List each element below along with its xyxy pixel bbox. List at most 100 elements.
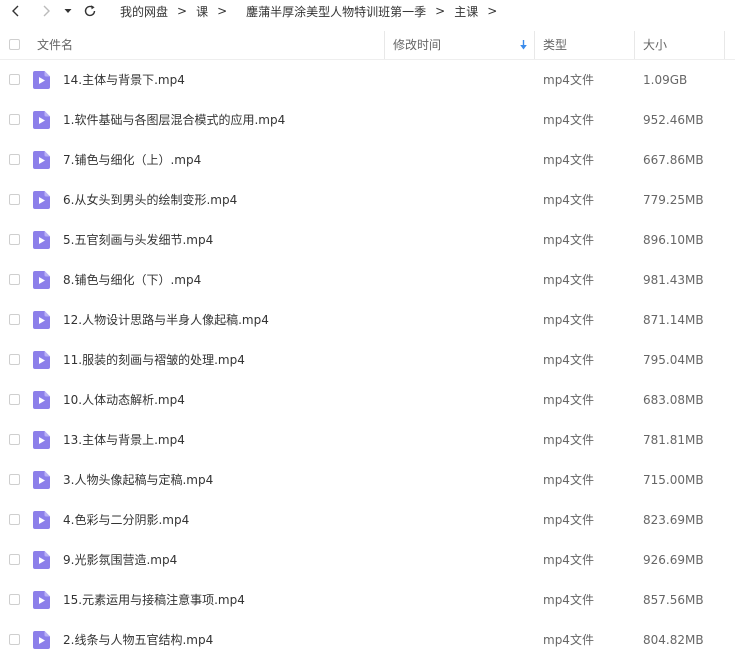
file-name[interactable]: 7.铺色与细化（上）.mp4 [63, 140, 201, 180]
video-file-icon [33, 311, 50, 329]
column-divider[interactable] [724, 31, 725, 59]
file-size: 926.69MB [643, 553, 704, 567]
row-checkbox[interactable] [9, 554, 20, 565]
file-name[interactable]: 5.五官刻画与头发细节.mp4 [63, 220, 213, 260]
file-name[interactable]: 10.人体动态解析.mp4 [63, 380, 185, 420]
table-row[interactable]: 3.人物头像起稿与定稿.mp4 mp4文件 715.00MB [0, 460, 735, 500]
file-type: mp4文件 [543, 633, 594, 647]
forward-button[interactable] [36, 0, 56, 22]
row-checkbox[interactable] [9, 74, 20, 85]
file-name[interactable]: 4.色彩与二分阴影.mp4 [63, 500, 189, 540]
file-size: 779.25MB [643, 193, 704, 207]
row-checkbox[interactable] [9, 354, 20, 365]
breadcrumb-separator: > [435, 4, 446, 18]
file-size: 823.69MB [643, 513, 704, 527]
table-row[interactable]: 7.铺色与细化（上）.mp4 mp4文件 667.86MB [0, 140, 735, 180]
breadcrumb-item[interactable]: 鏖蒲半厚涂美型人物特训班第一季 [246, 3, 426, 20]
file-size: 715.00MB [643, 473, 704, 487]
sort-down-arrow-icon[interactable] [519, 39, 528, 51]
row-checkbox[interactable] [9, 594, 20, 605]
file-size: 871.14MB [643, 313, 704, 327]
video-file-icon [33, 631, 50, 649]
refresh-button[interactable] [80, 0, 100, 22]
breadcrumb-separator: > [177, 4, 188, 18]
file-size: 667.86MB [643, 153, 704, 167]
row-checkbox[interactable] [9, 514, 20, 525]
file-type: mp4文件 [543, 233, 594, 247]
toolbar: 我的网盘 > 课 > 鏖蒲半厚涂美型人物特训班第一季 > 主课 > [0, 0, 735, 22]
header-name[interactable]: 文件名 [37, 31, 73, 59]
file-name[interactable]: 6.从女头到男头的绘制变形.mp4 [63, 180, 237, 220]
caret-down-icon [64, 9, 72, 13]
file-name[interactable]: 13.主体与背景上.mp4 [63, 420, 185, 460]
table-row[interactable]: 5.五官刻画与头发细节.mp4 mp4文件 896.10MB [0, 220, 735, 260]
history-dropdown[interactable] [60, 0, 76, 22]
file-list: 14.主体与背景下.mp4 mp4文件 1.09GB 1.软件基础与各图层混合模式的应… [0, 60, 735, 660]
table-row[interactable]: 1.软件基础与各图层混合模式的应用.mp4 mp4文件 952.46MB [0, 100, 735, 140]
row-checkbox[interactable] [9, 314, 20, 325]
row-checkbox[interactable] [9, 234, 20, 245]
row-checkbox[interactable] [9, 394, 20, 405]
file-type: mp4文件 [543, 193, 594, 207]
breadcrumb-item[interactable]: 主课 [454, 3, 478, 20]
table-row[interactable]: 11.服装的刻画与褶皱的处理.mp4 mp4文件 795.04MB [0, 340, 735, 380]
table-row[interactable]: 14.主体与背景下.mp4 mp4文件 1.09GB [0, 60, 735, 100]
file-name[interactable]: 12.人物设计思路与半身人像起稿.mp4 [63, 300, 269, 340]
table-row[interactable]: 15.元素运用与接稿注意事项.mp4 mp4文件 857.56MB [0, 580, 735, 620]
column-divider[interactable] [384, 31, 385, 59]
column-divider[interactable] [534, 31, 535, 59]
header-modified[interactable]: 修改时间 [393, 31, 441, 59]
table-row[interactable]: 4.色彩与二分阴影.mp4 mp4文件 823.69MB [0, 500, 735, 540]
select-all-checkbox[interactable] [9, 39, 20, 50]
table-row[interactable]: 9.光影氛围营造.mp4 mp4文件 926.69MB [0, 540, 735, 580]
file-size: 683.08MB [643, 393, 704, 407]
file-name[interactable]: 1.软件基础与各图层混合模式的应用.mp4 [63, 100, 285, 140]
back-button[interactable] [6, 0, 26, 22]
file-name[interactable]: 3.人物头像起稿与定稿.mp4 [63, 460, 213, 500]
file-type: mp4文件 [543, 593, 594, 607]
video-file-icon [33, 151, 50, 169]
chevron-left-icon [12, 5, 19, 17]
file-size: 896.10MB [643, 233, 704, 247]
row-checkbox[interactable] [9, 474, 20, 485]
table-row[interactable]: 13.主体与背景上.mp4 mp4文件 781.81MB [0, 420, 735, 460]
breadcrumb-item[interactable]: 课 [196, 3, 208, 20]
row-checkbox[interactable] [9, 634, 20, 645]
file-name[interactable]: 11.服装的刻画与褶皱的处理.mp4 [63, 340, 245, 380]
file-name[interactable]: 2.线条与人物五官结构.mp4 [63, 620, 213, 660]
file-size: 1.09GB [643, 73, 688, 87]
table-row[interactable]: 6.从女头到男头的绘制变形.mp4 mp4文件 779.25MB [0, 180, 735, 220]
table-row[interactable]: 10.人体动态解析.mp4 mp4文件 683.08MB [0, 380, 735, 420]
file-type: mp4文件 [543, 473, 594, 487]
column-divider[interactable] [634, 31, 635, 59]
table-row[interactable]: 12.人物设计思路与半身人像起稿.mp4 mp4文件 871.14MB [0, 300, 735, 340]
file-name[interactable]: 15.元素运用与接稿注意事项.mp4 [63, 580, 245, 620]
file-name[interactable]: 9.光影氛围营造.mp4 [63, 540, 177, 580]
table-row[interactable]: 2.线条与人物五官结构.mp4 mp4文件 804.82MB [0, 620, 735, 660]
video-file-icon [33, 431, 50, 449]
breadcrumb-item[interactable]: 我的网盘 [120, 3, 168, 20]
video-file-icon [33, 271, 50, 289]
breadcrumb-separator: > [217, 4, 228, 18]
header-type[interactable]: 类型 [543, 31, 567, 59]
row-checkbox[interactable] [9, 114, 20, 125]
file-name[interactable]: 8.铺色与细化（下）.mp4 [63, 260, 201, 300]
video-file-icon [33, 351, 50, 369]
row-checkbox[interactable] [9, 194, 20, 205]
breadcrumb-separator: > [487, 4, 498, 18]
row-checkbox[interactable] [9, 434, 20, 445]
file-size: 952.46MB [643, 113, 704, 127]
breadcrumb: 我的网盘 > 课 > 鏖蒲半厚涂美型人物特训班第一季 > 主课 > [120, 0, 506, 22]
row-checkbox[interactable] [9, 274, 20, 285]
file-size: 781.81MB [643, 433, 704, 447]
row-checkbox[interactable] [9, 154, 20, 165]
video-file-icon [33, 511, 50, 529]
table-row[interactable]: 8.铺色与细化（下）.mp4 mp4文件 981.43MB [0, 260, 735, 300]
file-size: 857.56MB [643, 593, 704, 607]
file-name[interactable]: 14.主体与背景下.mp4 [63, 60, 185, 100]
file-type: mp4文件 [543, 73, 594, 87]
header-size[interactable]: 大小 [643, 31, 667, 59]
table-header: 文件名 修改时间 类型 大小 [0, 31, 735, 60]
video-file-icon [33, 191, 50, 209]
file-type: mp4文件 [543, 553, 594, 567]
